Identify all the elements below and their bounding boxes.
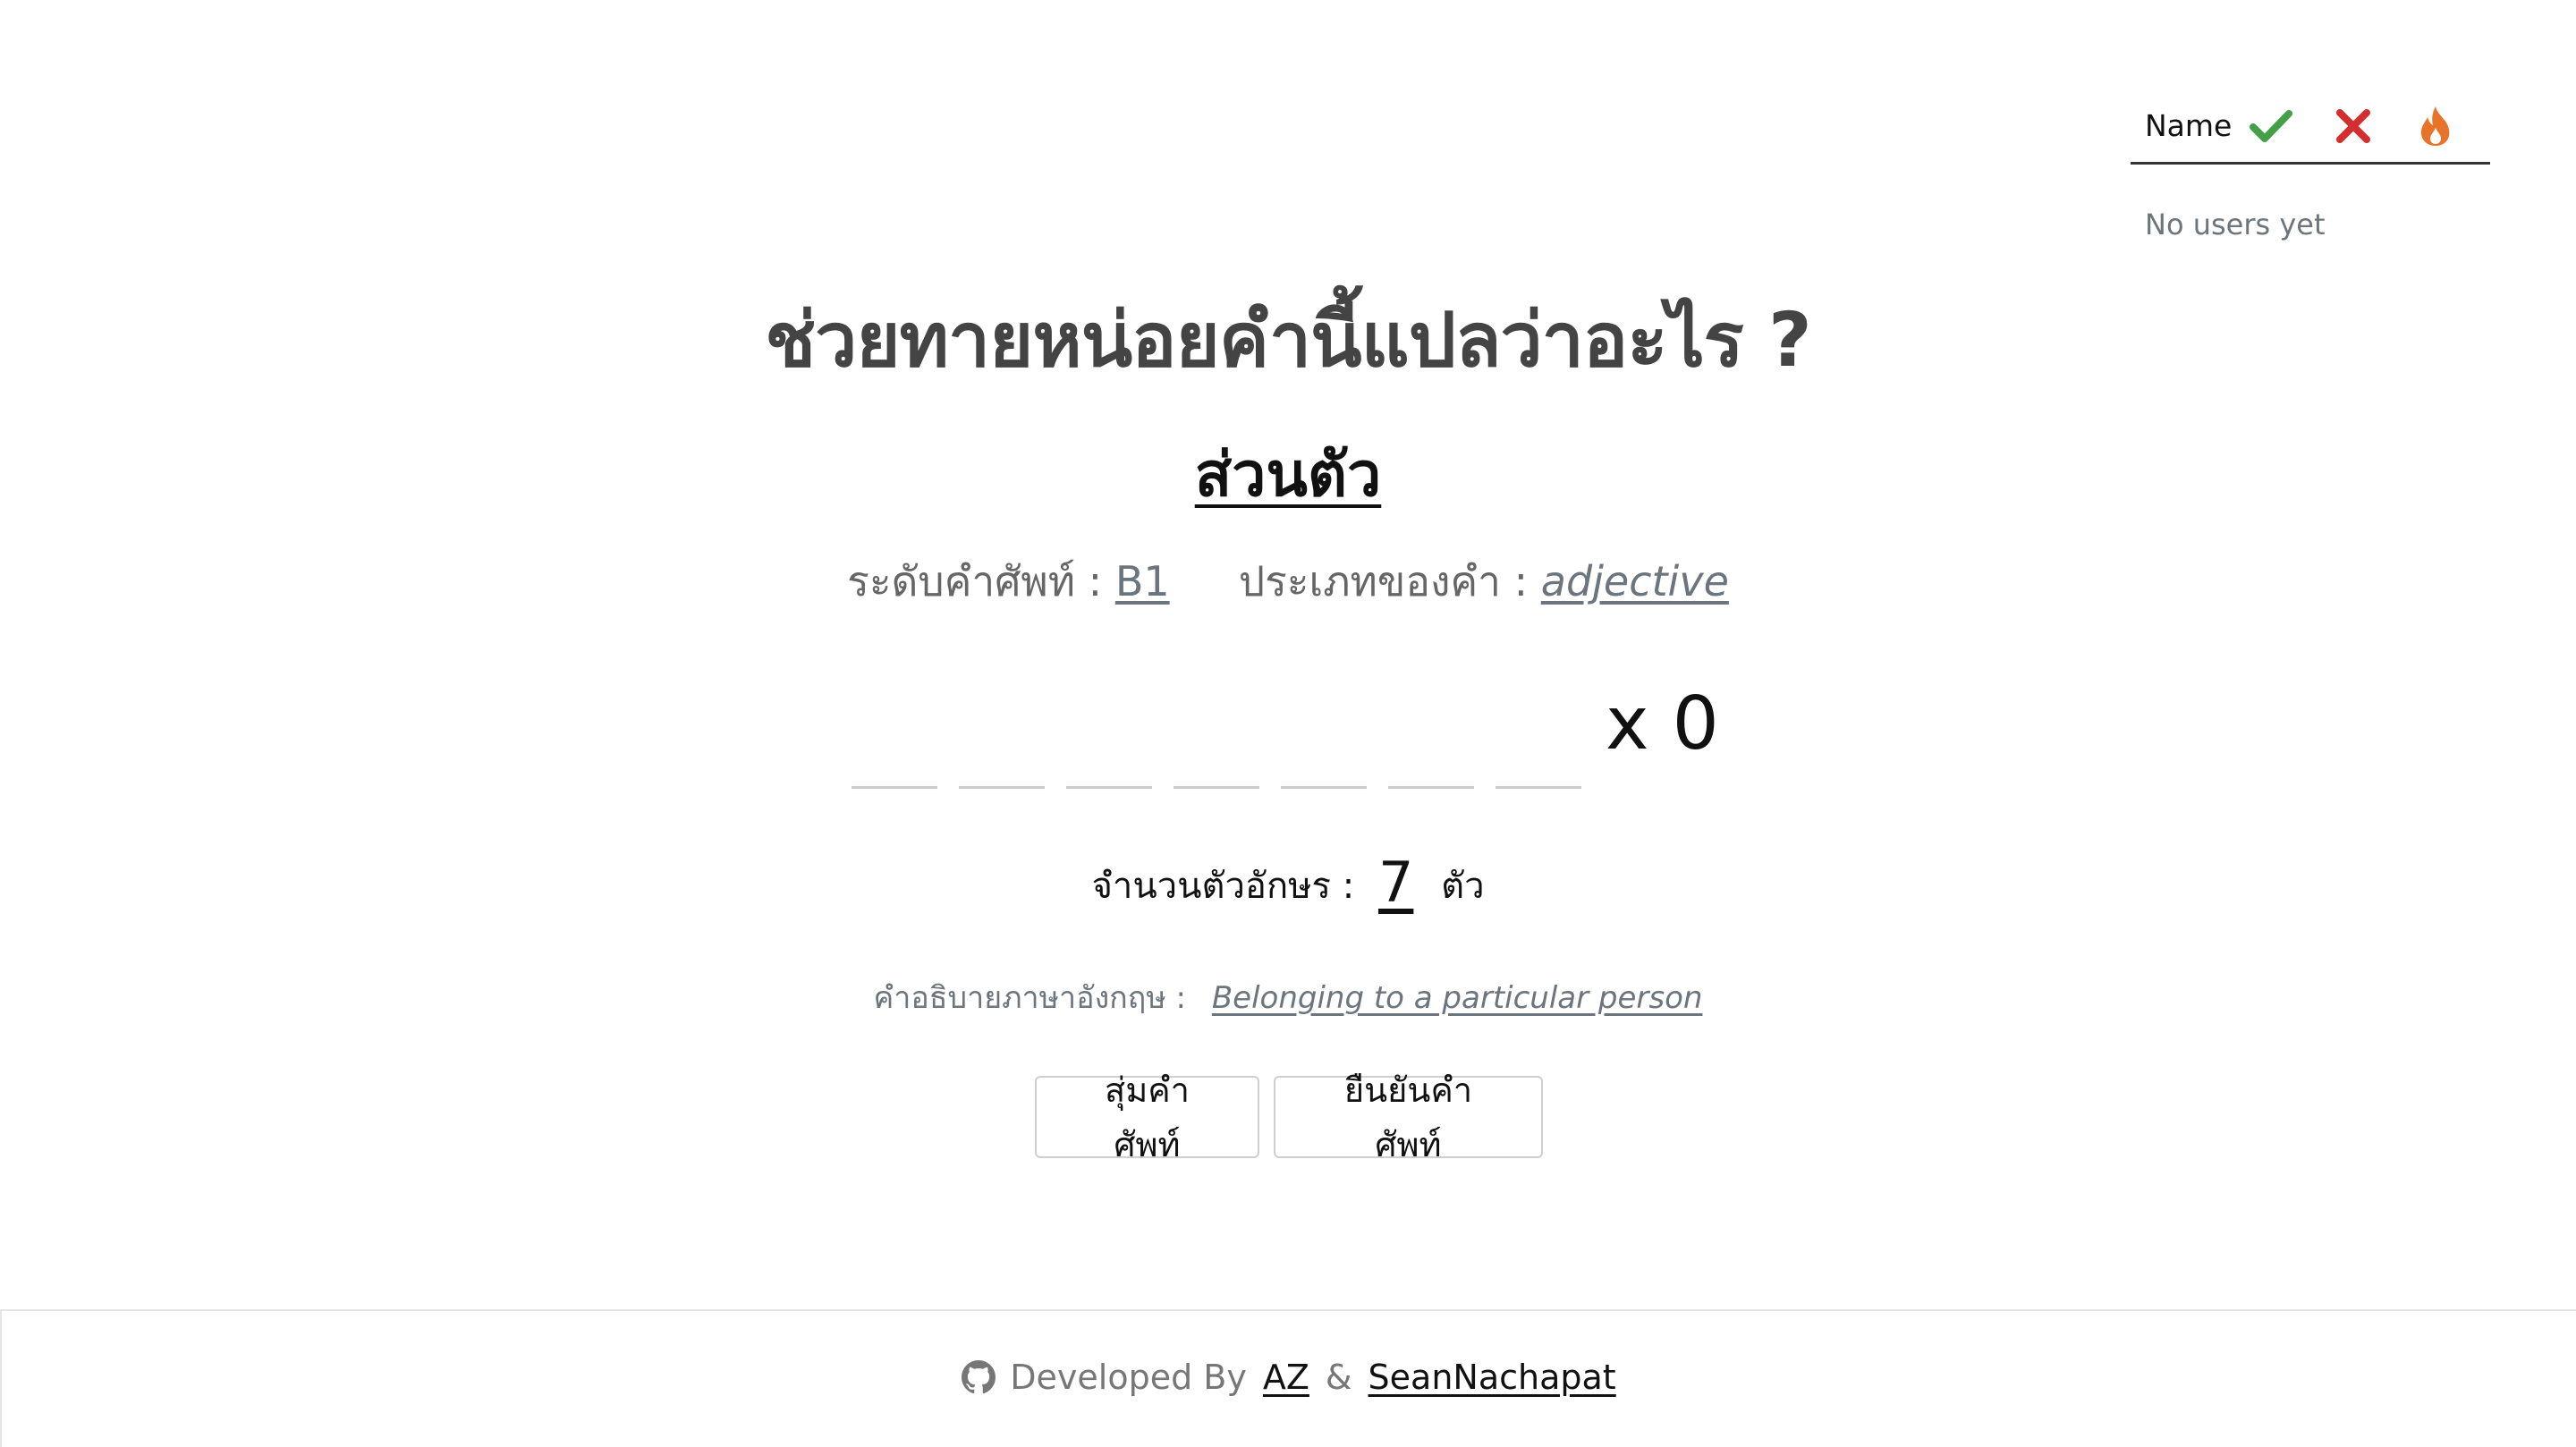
thai-word-link[interactable]: ส่วนตัว [1195, 440, 1382, 511]
letter-slot-2[interactable] [959, 680, 1045, 789]
author-link-seannachapat[interactable]: SeanNachapat [1368, 1358, 1616, 1397]
type-value[interactable]: adjective [1541, 557, 1729, 605]
author-separator: & [1325, 1358, 1352, 1397]
github-icon[interactable] [962, 1360, 996, 1394]
letter-count-value: 7 [1377, 850, 1414, 915]
level-value[interactable]: B1 [1115, 557, 1170, 605]
letter-slot-3[interactable] [1066, 680, 1152, 789]
check-icon [2248, 103, 2294, 149]
scoreboard-header: Name [2131, 93, 2490, 165]
letter-slots [852, 680, 1581, 789]
score-multiplier: x 0 [1606, 681, 1719, 766]
page-title: ช่วยทายหน่อยคำนี้แปลว่าอะไร ? [765, 296, 1812, 384]
letter-slot-6[interactable] [1388, 680, 1474, 789]
letter-slot-5[interactable] [1281, 680, 1367, 789]
letter-count-label: จำนวนตัวอักษร : [1091, 866, 1355, 907]
letter-count-row: จำนวนตัวอักษร : 7 ตัว [0, 846, 2576, 915]
type-label: ประเภทของคำ : [1238, 557, 1529, 605]
footer: Developed By AZ & SeanNachapat [0, 1309, 2576, 1447]
scoreboard: Name No users yet [2131, 93, 2490, 241]
letter-count-unit: ตัว [1441, 866, 1485, 907]
description-row: คำอธิบายภาษาอังกฤษ : Belonging to a part… [0, 973, 2576, 1021]
no-users-text: No users yet [2145, 207, 2326, 241]
letter-slot-7[interactable] [1496, 680, 1581, 789]
letter-slot-4[interactable] [1174, 680, 1259, 789]
action-buttons: สุ่มคำศัพท์ ยืนยันคำศัพท์ [1035, 1070, 1543, 1164]
x-icon [2330, 103, 2377, 149]
author-link-az[interactable]: AZ [1263, 1358, 1309, 1397]
developed-by-text: Developed By [1010, 1358, 1247, 1397]
description-label: คำอธิบายภาษาอังกฤษ : [873, 980, 1187, 1016]
thai-word-container: ส่วนตัว [0, 426, 2576, 522]
random-word-button[interactable]: สุ่มคำศัพท์ [1035, 1070, 1259, 1164]
letter-slot-1[interactable] [852, 680, 937, 789]
word-meta: ระดับคำศัพท์ : B1 ประเภทของคำ : adjectiv… [0, 549, 2576, 614]
name-column-header: Name [2145, 108, 2233, 143]
description-value[interactable]: Belonging to a particular person [1212, 980, 1703, 1016]
confirm-word-button[interactable]: ยืนยันคำศัพท์ [1274, 1070, 1543, 1164]
level-label: ระดับคำศัพท์ : [847, 557, 1103, 605]
fire-icon [2412, 103, 2459, 149]
